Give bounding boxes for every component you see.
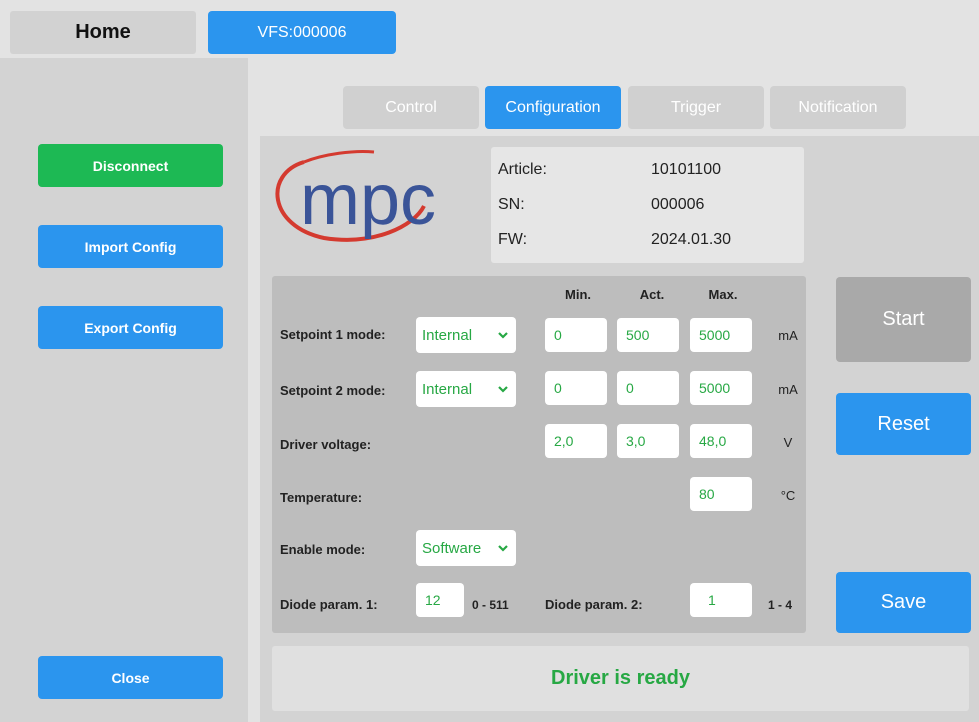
tab-configuration[interactable]: Configuration: [485, 86, 621, 129]
voltage-act-input[interactable]: 3,0: [617, 424, 679, 458]
status-message: Driver is ready: [272, 646, 969, 711]
voltage-min-input[interactable]: 2,0: [545, 424, 607, 458]
chevron-down-icon: [498, 386, 508, 393]
header-min: Min.: [565, 287, 591, 302]
tab-trigger[interactable]: Trigger: [628, 86, 764, 129]
enable-mode-value: Software: [422, 539, 482, 557]
voltage-unit: V: [783, 435, 793, 450]
setpoint2-unit: mA: [778, 382, 798, 397]
diode-param2-label: Diode param. 2:: [545, 597, 643, 612]
start-button[interactable]: Start: [836, 277, 971, 362]
logo-text: mpc: [300, 160, 436, 240]
mpc-logo: mpc: [275, 150, 436, 242]
import-config-button[interactable]: Import Config: [38, 225, 223, 268]
save-button[interactable]: Save: [836, 572, 971, 633]
setpoint2-max-input[interactable]: 5000: [690, 371, 752, 405]
diode-param1-label: Diode param. 1:: [280, 597, 378, 612]
close-button[interactable]: Close: [38, 656, 223, 699]
enable-mode-select[interactable]: Software: [416, 530, 516, 566]
setpoint2-label: Setpoint 2 mode:: [280, 383, 386, 398]
article-label: Article:: [498, 161, 547, 178]
enable-mode-label: Enable mode:: [280, 542, 366, 557]
diode-param1-input[interactable]: 12: [416, 583, 464, 617]
chevron-down-icon: [498, 545, 508, 552]
fw-value: 2024.01.30: [651, 231, 732, 248]
export-config-button[interactable]: Export Config: [38, 306, 223, 349]
article-value: 10101100: [651, 161, 721, 178]
chevron-down-icon: [498, 332, 508, 339]
diode-param1-range: 0 - 511: [472, 598, 509, 612]
setpoint1-act-input[interactable]: 500: [617, 318, 679, 352]
setpoint1-label: Setpoint 1 mode:: [280, 327, 386, 342]
disconnect-button[interactable]: Disconnect: [38, 144, 223, 187]
setpoint1-mode-value: Internal: [422, 326, 473, 344]
tab-notification[interactable]: Notification: [770, 86, 906, 129]
setpoint1-min-input[interactable]: 0: [545, 318, 607, 352]
setpoint1-unit: mA: [778, 328, 798, 343]
diode-param2-input[interactable]: 1: [690, 583, 752, 617]
device-tab[interactable]: VFS:000006: [208, 11, 396, 54]
header-act: Act.: [639, 287, 665, 302]
setpoint2-min-input[interactable]: 0: [545, 371, 607, 405]
diode-param2-range: 1 - 4: [768, 598, 793, 612]
tab-control[interactable]: Control: [343, 86, 479, 129]
header-max: Max.: [708, 287, 738, 302]
setpoint1-mode-select[interactable]: Internal: [416, 317, 516, 353]
home-tab[interactable]: Home: [10, 11, 196, 54]
setpoint2-mode-select[interactable]: Internal: [416, 371, 516, 407]
temperature-unit: °C: [780, 488, 796, 503]
setpoint1-max-input[interactable]: 5000: [690, 318, 752, 352]
sn-value: 000006: [651, 196, 705, 213]
fw-label: FW:: [498, 231, 528, 248]
reset-button[interactable]: Reset: [836, 393, 971, 455]
sn-label: SN:: [498, 196, 525, 213]
temperature-label: Temperature:: [280, 490, 363, 505]
voltage-max-input[interactable]: 48,0: [690, 424, 752, 458]
driver-voltage-label: Driver voltage:: [280, 437, 372, 452]
setpoint2-mode-value: Internal: [422, 380, 473, 398]
setpoint2-act-input[interactable]: 0: [617, 371, 679, 405]
temperature-max-input[interactable]: 80: [690, 477, 752, 511]
